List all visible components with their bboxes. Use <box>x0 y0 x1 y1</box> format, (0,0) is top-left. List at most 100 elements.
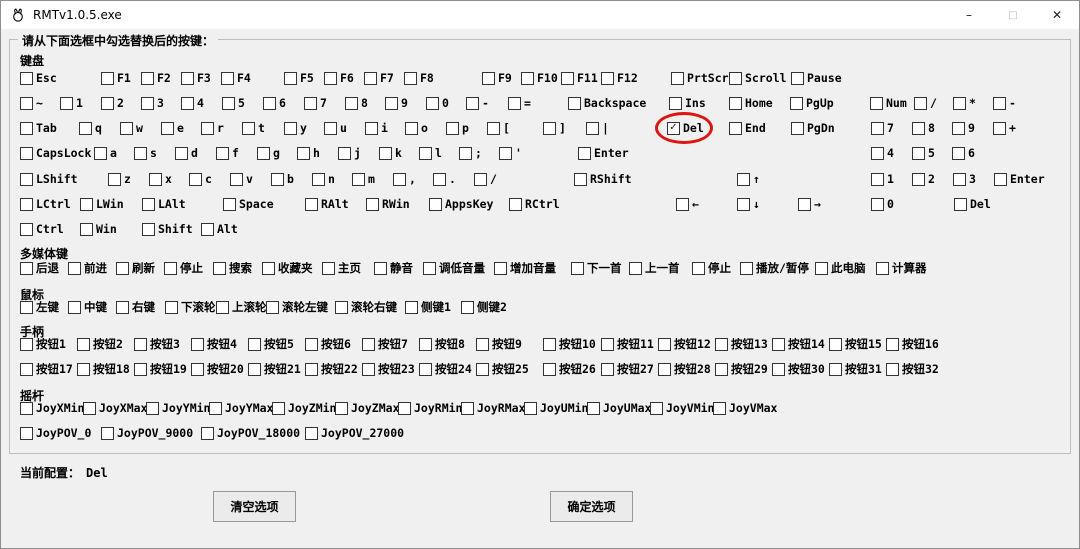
checkbox-m[interactable]: m <box>352 172 375 186</box>
checkbox-mouse-left[interactable]: 左键 <box>20 300 59 314</box>
checkbox-pad-button31[interactable]: 按钮31 <box>829 362 882 376</box>
checkbox-lwin[interactable]: LWin <box>80 197 124 211</box>
checkbox-pad-button23[interactable]: 按钮23 <box>362 362 415 376</box>
checkbox-s[interactable]: s <box>134 146 157 160</box>
checkbox-f8[interactable]: F8 <box>404 71 434 85</box>
checkbox-mouse-wheel-right[interactable]: 滚轮右键 <box>335 300 397 314</box>
checkbox-numpad-8[interactable]: 8 <box>912 121 935 135</box>
checkbox-joypov9000[interactable]: JoyPOV_9000 <box>101 426 193 440</box>
checkbox-numpad-multiply[interactable]: * <box>953 96 976 110</box>
checkbox-6[interactable]: 6 <box>263 96 286 110</box>
checkbox-joypov27000[interactable]: JoyPOV_27000 <box>305 426 404 440</box>
checkbox-mouse-right[interactable]: 右键 <box>116 300 155 314</box>
checkbox-numpad-9[interactable]: 9 <box>952 121 975 135</box>
checkbox-f1[interactable]: F1 <box>101 71 131 85</box>
checkbox-numpad-del[interactable]: Del <box>954 197 991 211</box>
checkbox-period[interactable]: . <box>433 172 456 186</box>
checkbox-tab[interactable]: Tab <box>20 121 57 135</box>
checkbox-e[interactable]: e <box>161 121 184 135</box>
checkbox-x[interactable]: x <box>149 172 172 186</box>
checkbox-media-calculator[interactable]: 计算器 <box>876 261 927 275</box>
checkbox-mouse-wheel-left[interactable]: 滚轮左键 <box>266 300 328 314</box>
checkbox-lalt[interactable]: LAlt <box>142 197 186 211</box>
checkbox-media-search[interactable]: 搜索 <box>213 261 252 275</box>
checkbox-pad-button11[interactable]: 按钮11 <box>601 337 654 351</box>
checkbox-pad-button3[interactable]: 按钮3 <box>134 337 180 351</box>
checkbox-a[interactable]: a <box>94 146 117 160</box>
checkbox-4[interactable]: 4 <box>181 96 204 110</box>
checkbox-f11[interactable]: F11 <box>561 71 598 85</box>
checkbox-3[interactable]: 3 <box>141 96 164 110</box>
checkbox-media-back[interactable]: 后退 <box>20 261 59 275</box>
checkbox-pad-button14[interactable]: 按钮14 <box>772 337 825 351</box>
checkbox-pad-button2[interactable]: 按钮2 <box>77 337 123 351</box>
checkbox-shift[interactable]: Shift <box>142 222 193 236</box>
checkbox-apostrophe[interactable]: ' <box>499 146 522 160</box>
checkbox-win[interactable]: Win <box>80 222 117 236</box>
checkbox-rctrl[interactable]: RCtrl <box>509 197 560 211</box>
checkbox-pad-button29[interactable]: 按钮29 <box>715 362 768 376</box>
checkbox-pad-button22[interactable]: 按钮22 <box>305 362 358 376</box>
checkbox-t[interactable]: t <box>242 121 265 135</box>
checkbox-f10[interactable]: F10 <box>521 71 558 85</box>
checkbox-joyrmin[interactable]: JoyRMin <box>398 401 462 415</box>
checkbox-lctrl[interactable]: LCtrl <box>20 197 71 211</box>
checkbox-pad-button6[interactable]: 按钮6 <box>305 337 351 351</box>
checkbox-tilde[interactable]: ~ <box>20 96 43 110</box>
checkbox-pad-button5[interactable]: 按钮5 <box>248 337 294 351</box>
checkbox-p[interactable]: p <box>446 121 469 135</box>
checkbox-pad-button4[interactable]: 按钮4 <box>191 337 237 351</box>
checkbox-f12[interactable]: F12 <box>601 71 638 85</box>
checkbox-numpad-0[interactable]: 0 <box>871 197 894 211</box>
checkbox-numpad-minus[interactable]: - <box>993 96 1016 110</box>
confirm-options-button[interactable]: 确定选项 <box>550 491 633 522</box>
checkbox-semicolon[interactable]: ; <box>459 146 482 160</box>
checkbox-pad-button10[interactable]: 按钮10 <box>543 337 596 351</box>
checkbox-media-my-computer[interactable]: 此电脑 <box>815 261 866 275</box>
checkbox-pad-button17[interactable]: 按钮17 <box>20 362 73 376</box>
checkbox-pad-button27[interactable]: 按钮27 <box>601 362 654 376</box>
checkbox-numpad-enter[interactable]: Enter <box>994 172 1045 186</box>
checkbox-mouse-wheel-down[interactable]: 下滚轮 <box>165 300 216 314</box>
checkbox-y[interactable]: y <box>284 121 307 135</box>
checkbox-numpad-6[interactable]: 6 <box>952 146 975 160</box>
minimize-button[interactable]: – <box>947 1 991 29</box>
checkbox-comma[interactable]: , <box>393 172 416 186</box>
checkbox-f3[interactable]: F3 <box>181 71 211 85</box>
checkbox-backspace[interactable]: Backspace <box>568 96 646 110</box>
checkbox-home[interactable]: Home <box>729 96 773 110</box>
checkbox-pad-button18[interactable]: 按钮18 <box>77 362 130 376</box>
checkbox-pad-button13[interactable]: 按钮13 <box>715 337 768 351</box>
checkbox-pad-button30[interactable]: 按钮30 <box>772 362 825 376</box>
checkbox-v[interactable]: v <box>230 172 253 186</box>
checkbox-joypov18000[interactable]: JoyPOV_18000 <box>201 426 300 440</box>
checkbox-pad-button8[interactable]: 按钮8 <box>419 337 465 351</box>
checkbox-f4[interactable]: F4 <box>221 71 251 85</box>
checkbox-media-stop-track[interactable]: 停止 <box>692 261 731 275</box>
checkbox-h[interactable]: h <box>297 146 320 160</box>
checkbox-8[interactable]: 8 <box>345 96 368 110</box>
checkbox-joyzmax[interactable]: JoyZMax <box>335 401 399 415</box>
checkbox-joyvmin[interactable]: JoyVMin <box>650 401 714 415</box>
checkbox-joyumax[interactable]: JoyUMax <box>587 401 651 415</box>
checkbox-7[interactable]: 7 <box>304 96 327 110</box>
checkbox-f2[interactable]: F2 <box>141 71 171 85</box>
checkbox-pgdn[interactable]: PgDn <box>791 121 835 135</box>
checkbox-pad-button12[interactable]: 按钮12 <box>658 337 711 351</box>
checkbox-k[interactable]: k <box>379 146 402 160</box>
checkbox-f9[interactable]: F9 <box>482 71 512 85</box>
checkbox-b[interactable]: b <box>271 172 294 186</box>
checkbox-equals[interactable]: = <box>508 96 531 110</box>
checkbox-rwin[interactable]: RWin <box>366 197 410 211</box>
checkbox-joyymax[interactable]: JoyYMax <box>209 401 273 415</box>
checkbox-pause[interactable]: Pause <box>791 71 842 85</box>
checkbox-scroll[interactable]: Scroll <box>729 71 787 85</box>
checkbox-joyrmax[interactable]: JoyRMax <box>461 401 525 415</box>
checkbox-lshift[interactable]: LShift <box>20 172 78 186</box>
checkbox-q[interactable]: q <box>79 121 102 135</box>
checkbox-pad-button21[interactable]: 按钮21 <box>248 362 301 376</box>
checkbox-arrow-down[interactable]: ↓ <box>737 197 760 211</box>
checkbox-media-prev-track[interactable]: 上一首 <box>629 261 680 275</box>
checkbox-n[interactable]: n <box>312 172 335 186</box>
checkbox-media-forward[interactable]: 前进 <box>68 261 107 275</box>
